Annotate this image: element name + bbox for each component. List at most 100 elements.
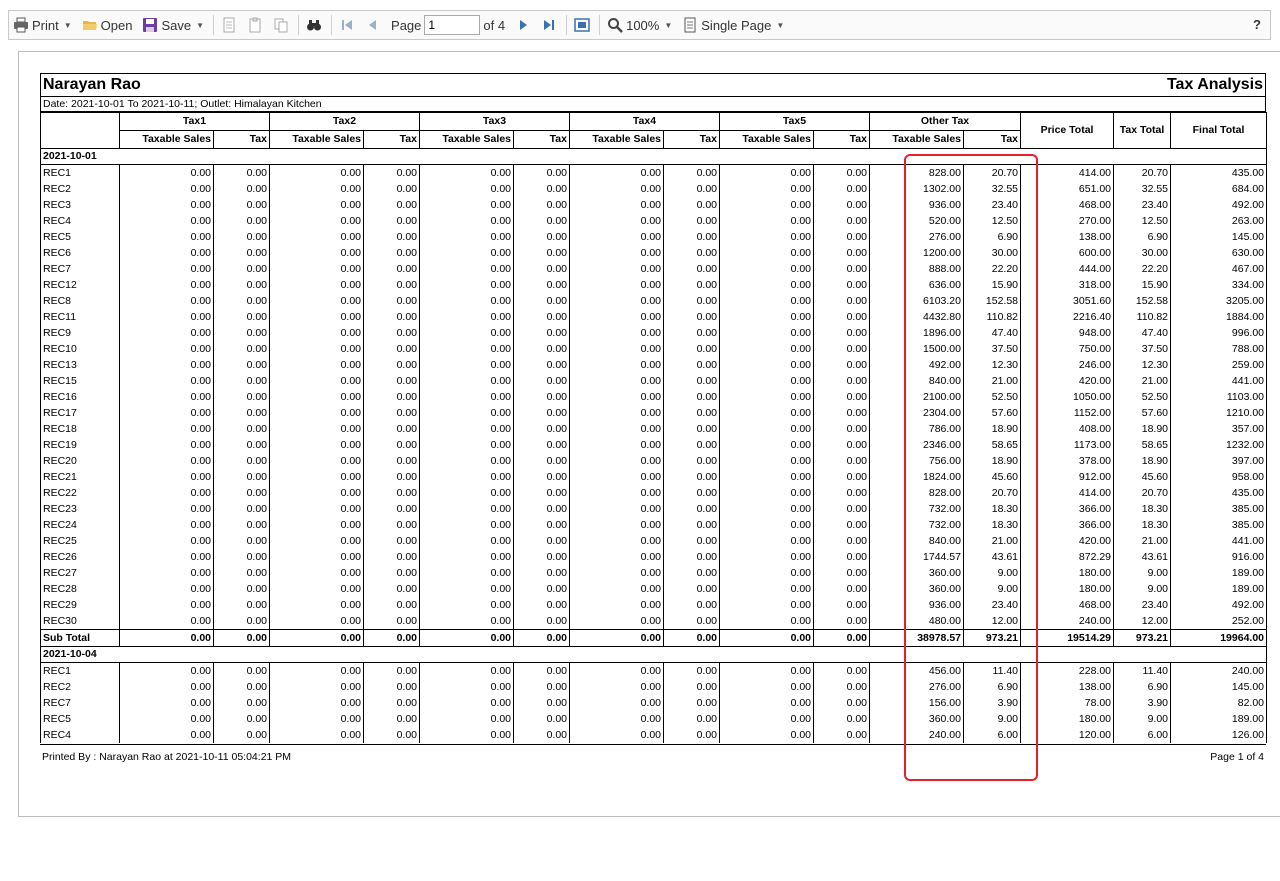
folder-icon	[82, 17, 98, 33]
taxable-sales-cell: 0.00	[719, 309, 814, 325]
report-footer: Printed By : Narayan Rao at 2021-10-11 0…	[40, 744, 1266, 765]
tax-cell: 0.00	[513, 565, 570, 581]
taxable-sales-cell: 0.00	[119, 662, 214, 679]
final-total: 1884.00	[1170, 309, 1268, 325]
tax-total: 43.61	[1113, 549, 1171, 565]
tax-cell: 0.00	[363, 469, 420, 485]
taxable-sales-cell: 0.00	[419, 711, 514, 727]
tax-total: 152.58	[1113, 293, 1171, 309]
taxable-sales-cell: 0.00	[719, 517, 814, 533]
other-tax-value: 6.90	[962, 229, 1021, 245]
edit-button[interactable]	[217, 14, 241, 36]
tax-total: 30.00	[1113, 245, 1171, 261]
taxable-sales-cell: 0.00	[719, 213, 814, 229]
tax-cell: 0.00	[663, 501, 720, 517]
tax-cell: 0.00	[213, 197, 270, 213]
receipt-id: REC4	[40, 213, 120, 229]
zoom-button[interactable]: 100% ▼	[603, 14, 676, 36]
tax-cell: 0.00	[513, 517, 570, 533]
tax-cell: 0.00	[213, 469, 270, 485]
tax-cell: 0.00	[663, 309, 720, 325]
taxable-sales-cell: 0.00	[719, 613, 814, 630]
first-page-button[interactable]	[335, 14, 359, 36]
table-row: REC7 0.00 0.00 0.00 0.00 0.00 0.00 0.00 0.00 0.00…	[40, 695, 1268, 711]
last-page-icon	[541, 17, 557, 33]
tax-cell: 0.00	[663, 533, 720, 549]
save-button[interactable]: Save ▼	[138, 14, 208, 36]
taxable-sales-cell: 0.00	[569, 357, 664, 373]
copy-button[interactable]	[269, 14, 293, 36]
tax-total: 6.00	[1113, 727, 1171, 743]
taxable-sales-cell: 0.00	[119, 181, 214, 197]
taxable-sales-cell: 0.00	[569, 597, 664, 613]
tax-cell: 0.00	[513, 695, 570, 711]
tax-cell: 0.00	[213, 437, 270, 453]
tax-cell: 0.00	[363, 727, 420, 743]
receipt-id: REC18	[40, 421, 120, 437]
tax-cell: 0.00	[513, 437, 570, 453]
tax-cell: 0.00	[813, 277, 870, 293]
taxable-sales-cell: 0.00	[569, 437, 664, 453]
taxable-sales-cell: 0.00	[569, 341, 664, 357]
final-total: 385.00	[1170, 517, 1268, 533]
taxable-sales-cell: 0.00	[419, 485, 514, 501]
other-tax-value: 37.50	[962, 341, 1021, 357]
last-page-button[interactable]	[537, 14, 561, 36]
final-total: 441.00	[1170, 373, 1268, 389]
tax-cell: 0.00	[663, 229, 720, 245]
magnifier-icon	[607, 17, 623, 33]
tax-cell: 0.00	[213, 357, 270, 373]
other-tax-taxable-sales: 840.00	[869, 373, 964, 389]
final-total: 385.00	[1170, 501, 1268, 517]
table-row: REC16 0.00 0.00 0.00 0.00 0.00 0.00 0.00 0.00 0.0…	[40, 389, 1268, 405]
help-button[interactable]: ?	[1253, 17, 1261, 32]
print-button[interactable]: Print ▼	[9, 14, 76, 36]
view-mode-button[interactable]: Single Page ▼	[678, 14, 788, 36]
table-row: REC8 0.00 0.00 0.00 0.00 0.00 0.00 0.00 0.00 0.00…	[40, 293, 1268, 309]
clipboard-button[interactable]	[243, 14, 267, 36]
other-tax-value: 110.82	[962, 309, 1021, 325]
tax-cell: 0.00	[213, 181, 270, 197]
taxable-sales-cell: 0.00	[119, 197, 214, 213]
tax-cell: 0.00	[513, 164, 570, 181]
open-button[interactable]: Open	[78, 14, 137, 36]
header-tax: Tax	[663, 130, 720, 149]
table-row: REC2 0.00 0.00 0.00 0.00 0.00 0.00 0.00 0.00 0.00…	[40, 181, 1268, 197]
next-page-button[interactable]	[511, 14, 535, 36]
previous-page-button[interactable]	[361, 14, 385, 36]
tax-cell: 0.00	[813, 727, 870, 743]
tax-cell: 0.00	[813, 453, 870, 469]
tax-cell: 0.00	[213, 325, 270, 341]
page-number-input[interactable]	[424, 15, 481, 35]
tax-cell: 0.00	[663, 679, 720, 695]
tax-cell: 0.00	[663, 517, 720, 533]
other-tax-value: 57.60	[962, 405, 1021, 421]
header-tax2: Tax2	[269, 112, 420, 131]
full-screen-button[interactable]	[570, 14, 594, 36]
chevron-down-icon[interactable]: ▼	[776, 21, 784, 30]
chevron-down-icon[interactable]: ▼	[196, 21, 204, 30]
taxable-sales-cell: 0.00	[719, 389, 814, 405]
taxable-sales-cell: 0.00	[569, 277, 664, 293]
receipt-id: REC16	[40, 389, 120, 405]
table-row: REC18 0.00 0.00 0.00 0.00 0.00 0.00 0.00 0.00 0.0…	[40, 421, 1268, 437]
taxable-sales-cell: 0.00	[569, 517, 664, 533]
find-button[interactable]	[302, 14, 326, 36]
other-tax-value: 21.00	[962, 373, 1021, 389]
tax-total: 110.82	[1113, 309, 1171, 325]
chevron-down-icon[interactable]: ▼	[64, 21, 72, 30]
tax-cell: 0.00	[213, 711, 270, 727]
tax-cell: 0.00	[813, 357, 870, 373]
tax-cell: 0.00	[363, 197, 420, 213]
open-label: Open	[100, 17, 133, 33]
tax-cell: 0.00	[213, 501, 270, 517]
other-tax-taxable-sales: 1302.00	[869, 181, 964, 197]
tax-cell: 0.00	[663, 437, 720, 453]
header-tax: Tax	[513, 130, 570, 149]
report-page: Narayan Rao Tax Analysis Date: 2021-10-0…	[39, 73, 1268, 765]
chevron-down-icon[interactable]: ▼	[664, 21, 672, 30]
sub-total-zero: 0.00	[569, 629, 664, 647]
final-total: 240.00	[1170, 662, 1268, 679]
other-tax-taxable-sales: 2304.00	[869, 405, 964, 421]
receipt-id: REC1	[40, 662, 120, 679]
